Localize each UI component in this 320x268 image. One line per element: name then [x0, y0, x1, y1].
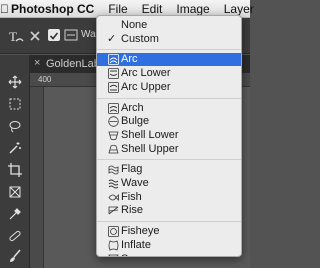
menu-item-fish[interactable]: Fish — [97, 191, 241, 204]
rise-icon — [108, 205, 119, 216]
menu-item-label: Fisheye — [121, 225, 160, 238]
commit-checkbox[interactable] — [48, 29, 60, 41]
menu-item-label: Shell Upper — [121, 142, 179, 155]
inflate-icon — [108, 240, 119, 251]
vertical-ruler — [30, 87, 44, 268]
menu-photoshop-cc[interactable]: Photoshop CC — [9, 0, 101, 18]
menu-item-bulge[interactable]: Bulge — [97, 115, 241, 128]
magic-wand-tool-icon[interactable] — [6, 139, 24, 157]
close-tab-icon[interactable]: × — [34, 57, 40, 69]
menu-separator — [97, 159, 241, 161]
menu-item-label: Flag — [121, 163, 143, 176]
arch-icon — [108, 102, 119, 114]
menu-item-label: Inflate — [121, 238, 151, 251]
menu-item-squeeze[interactable]: Squeeze — [97, 253, 241, 257]
menu-item-rise[interactable]: Rise — [97, 204, 241, 217]
menu-separator — [97, 49, 241, 51]
menu-item-arc-lower[interactable]: Arc Lower — [97, 67, 241, 80]
menu-item-label: Arch — [121, 101, 144, 114]
menu-separator — [97, 221, 241, 223]
healing-brush-tool-icon[interactable] — [6, 227, 24, 245]
marquee-tool-icon[interactable] — [6, 95, 24, 113]
move-tool-icon[interactable] — [6, 73, 24, 91]
ruler-tick-label: 400 — [38, 75, 52, 84]
apple-logo-icon[interactable]:  — [0, 2, 9, 16]
svg-text:T: T — [9, 29, 17, 44]
menu-item-shell-upper[interactable]: Shell Upper — [97, 143, 241, 156]
menu-item-label: Arc Lower — [121, 67, 171, 80]
menu-item-shell-lower[interactable]: Shell Lower — [97, 129, 241, 142]
menu-item-flag[interactable]: Flag — [97, 163, 241, 176]
menu-item-label: Bulge — [121, 115, 150, 128]
warp-toggle-icon[interactable] — [64, 28, 78, 42]
arc-upper-icon — [108, 81, 119, 93]
lasso-tool-icon[interactable] — [6, 117, 24, 135]
checkmark-icon: ✓ — [107, 32, 117, 45]
menu-item-label: Custom — [121, 32, 159, 45]
arc-icon — [108, 54, 119, 66]
flag-icon — [108, 164, 119, 175]
menu-item-label: Wave — [121, 177, 149, 189]
brush-tool-icon[interactable] — [6, 247, 24, 265]
menu-item-label: Rise — [121, 204, 144, 217]
menu-item-arch[interactable]: Arch — [97, 102, 241, 115]
menu-item-label: Shell Lower — [121, 128, 179, 141]
shell-lower-icon — [108, 130, 119, 141]
menu-item-label: Arc — [121, 53, 138, 66]
fisheye-icon — [108, 226, 119, 237]
menu-item-label: Squeeze — [121, 253, 164, 257]
menu-item-custom[interactable]: ✓ Custom — [97, 33, 241, 46]
menu-item-inflate[interactable]: Inflate — [97, 239, 241, 252]
menu-item-wave[interactable]: Wave — [97, 177, 241, 190]
text-warp-tool-icon[interactable]: T — [8, 28, 24, 44]
menu-item-arc-upper[interactable]: Arc Upper — [97, 81, 241, 94]
bulge-icon — [108, 116, 119, 127]
arc-lower-icon — [108, 68, 119, 79]
x-icon[interactable] — [28, 29, 42, 43]
menu-item-label: None — [121, 19, 148, 31]
crop-tool-icon[interactable] — [6, 161, 24, 179]
menu-separator — [97, 97, 241, 99]
menu-item-label: Fish — [121, 190, 142, 203]
warp-style-menu: None ✓ Custom Arc Arc Lower Arc Upper Arch Bulg… — [96, 15, 242, 257]
tools-panel — [0, 55, 30, 268]
frame-tool-icon[interactable] — [6, 183, 24, 201]
menu-item-none[interactable]: None — [97, 19, 241, 32]
shell-upper-icon — [108, 144, 119, 155]
wave-icon — [108, 178, 119, 189]
fish-icon — [108, 192, 119, 203]
squeeze-icon — [108, 254, 119, 256]
menu-item-label: Arc Upper — [121, 80, 171, 93]
eyedropper-tool-icon[interactable] — [6, 205, 24, 223]
menu-item-fisheye[interactable]: Fisheye — [97, 225, 241, 238]
menu-item-arc[interactable]: Arc — [97, 53, 241, 67]
